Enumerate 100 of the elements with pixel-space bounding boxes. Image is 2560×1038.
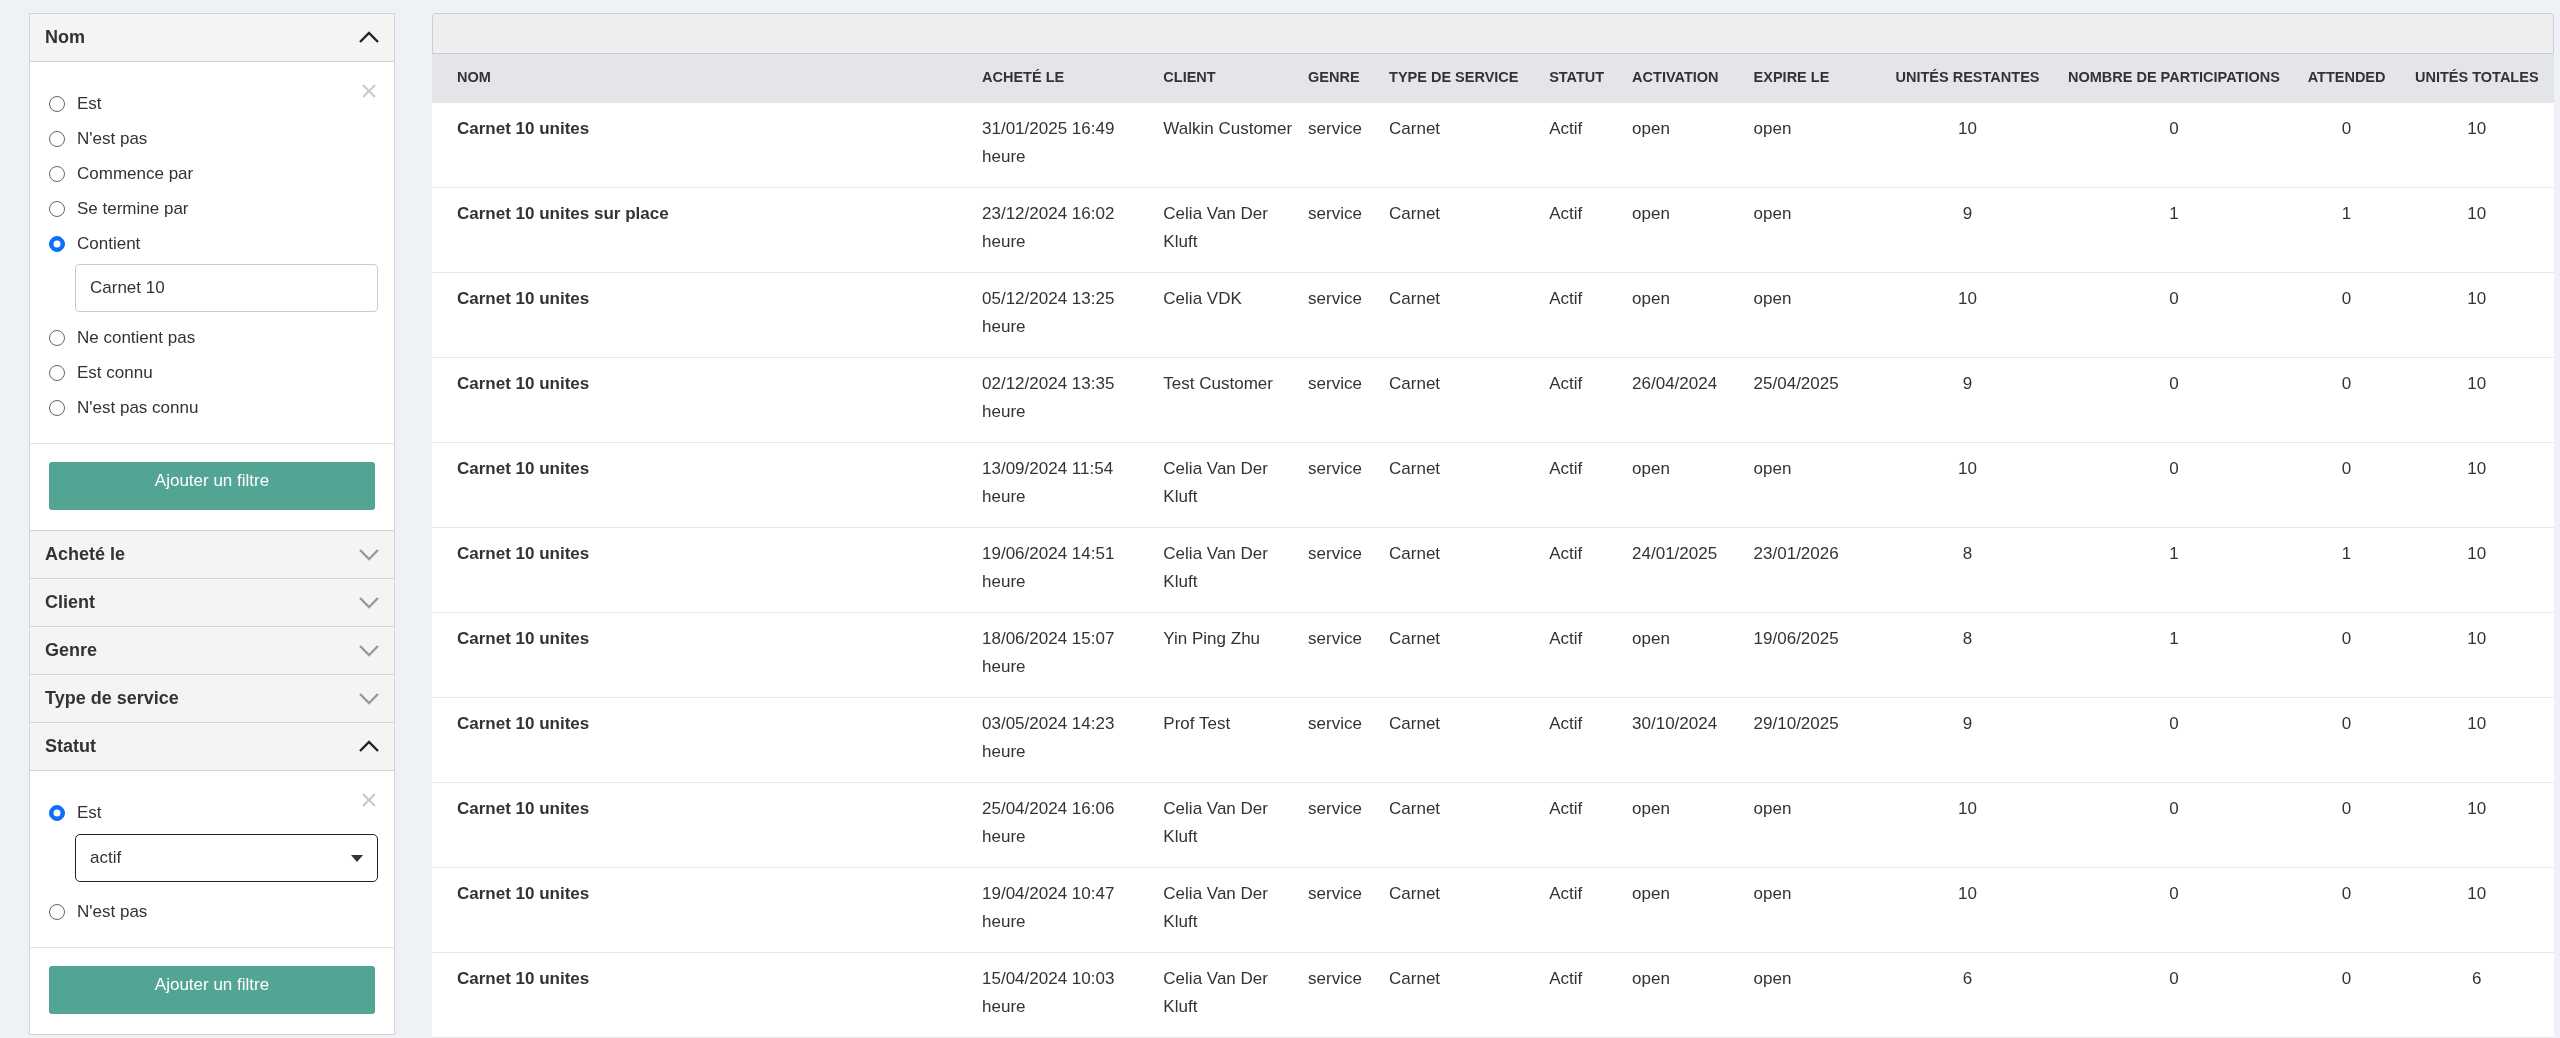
table-cell: 18/06/2024 15:07 heure — [976, 612, 1158, 698]
table-cell: Carnet — [1383, 272, 1544, 358]
table-cell: 10 — [1880, 272, 2055, 358]
table-cell: Carnet — [1383, 442, 1544, 528]
column-header[interactable]: NOM — [432, 53, 976, 103]
table-cell: 10 — [2399, 782, 2554, 868]
radio-button[interactable] — [49, 399, 65, 416]
filter-header[interactable]: Statut — [30, 723, 394, 771]
radio-button[interactable] — [49, 364, 65, 381]
table-cell: 0 — [2293, 272, 2400, 358]
table-cell: Carnet — [1383, 867, 1544, 953]
column-header[interactable]: NOMBRE DE PARTICIPATIONS — [2054, 53, 2294, 103]
option-label: Est — [77, 92, 102, 115]
table-cell: 0 — [2054, 357, 2294, 443]
table-cell: 05/12/2024 13:25 heure — [976, 272, 1158, 358]
table-cell: 25/04/2024 16:06 heure — [976, 782, 1158, 868]
table-cell: Actif — [1543, 867, 1627, 953]
radio-button[interactable] — [49, 130, 65, 147]
option-label: Se termine par — [77, 197, 189, 220]
filter-header[interactable]: Type de service — [30, 675, 394, 723]
table-cell: Actif — [1543, 612, 1627, 698]
radio-button[interactable] — [49, 165, 65, 182]
option-label: N'est pas connu — [77, 396, 199, 419]
table-cell: Celia Van Der Kluft — [1157, 782, 1302, 868]
column-header[interactable]: GENRE — [1302, 53, 1384, 103]
column-header[interactable]: ACTIVATION — [1626, 53, 1748, 103]
table-cell: Actif — [1543, 442, 1627, 528]
column-header[interactable]: ACHETÉ LE — [976, 53, 1158, 103]
column-header[interactable]: ATTENDED — [2293, 53, 2400, 103]
table-cell: 10 — [1880, 102, 2055, 188]
filter-header[interactable]: Client — [30, 579, 394, 627]
table-cell: Carnet 10 unites — [432, 357, 976, 443]
table-cell: 10 — [2399, 697, 2554, 783]
radio-button[interactable] — [49, 903, 65, 920]
table-cell: 10 — [2399, 187, 2554, 273]
column-header[interactable]: UNITÉS TOTALES — [2399, 53, 2554, 103]
radio-button[interactable] — [49, 200, 65, 217]
table-cell: 19/04/2024 10:47 heure — [976, 867, 1158, 953]
table-cell: service — [1302, 187, 1384, 273]
column-header[interactable]: STATUT — [1543, 53, 1627, 103]
filter-header[interactable]: Acheté le — [30, 531, 394, 579]
table-cell: Carnet — [1383, 782, 1544, 868]
table-cell: 02/12/2024 13:35 heure — [976, 357, 1158, 443]
table-cell: 10 — [2399, 527, 2554, 613]
table-cell: Celia Van Der Kluft — [1157, 442, 1302, 528]
table-cell: Carnet — [1383, 357, 1544, 443]
chevron-down-icon — [358, 596, 380, 609]
option-label: Est connu — [77, 361, 153, 384]
option-label: N'est pas — [77, 127, 148, 150]
column-header[interactable]: UNITÉS RESTANTES — [1880, 53, 2055, 103]
table-cell: open — [1747, 102, 1881, 188]
filter-header[interactable]: Genre — [30, 627, 394, 675]
filter-header[interactable]: Nom — [30, 14, 394, 62]
filter-title: Statut — [45, 735, 96, 758]
table-cell: 13/09/2024 11:54 heure — [976, 442, 1158, 528]
table-cell: open — [1626, 952, 1748, 1038]
table-cell: 6 — [1880, 952, 2055, 1038]
table-cell: 0 — [2293, 442, 2400, 528]
table-cell: Celia Van Der Kluft — [1157, 952, 1302, 1038]
table-cell: Actif — [1543, 357, 1627, 443]
chevron-down-icon — [358, 644, 380, 657]
table-cell: 10 — [1880, 442, 2055, 528]
table-cell: 10 — [1880, 867, 2055, 953]
table-cell: open — [1747, 187, 1881, 273]
option-label: Est — [77, 801, 102, 824]
filter-title: Type de service — [45, 687, 179, 710]
table-cell: Actif — [1543, 102, 1627, 188]
dropdown[interactable]: actif — [75, 834, 378, 882]
table-cell: Celia VDK — [1157, 272, 1302, 358]
column-header[interactable]: TYPE DE SERVICE — [1383, 53, 1544, 103]
chevron-up-icon — [358, 31, 380, 44]
table-cell: 31/01/2025 16:49 heure — [976, 102, 1158, 188]
text-field[interactable]: Carnet 10 — [75, 264, 378, 312]
table-cell: Carnet — [1383, 527, 1544, 613]
radio-button[interactable] — [49, 235, 65, 252]
column-header[interactable]: EXPIRE LE — [1747, 53, 1881, 103]
table-cell: 23/12/2024 16:02 heure — [976, 187, 1158, 273]
table-cell: 10 — [2399, 357, 2554, 443]
table-cell: open — [1747, 272, 1881, 358]
option-label: Commence par — [77, 162, 194, 185]
table-cell: 0 — [2054, 867, 2294, 953]
radio-button[interactable] — [49, 804, 65, 821]
table-cell: 9 — [1880, 357, 2055, 443]
table-cell: open — [1626, 272, 1748, 358]
table-cell: Celia Van Der Kluft — [1157, 187, 1302, 273]
filter-title: Genre — [45, 639, 98, 662]
radio-button[interactable] — [49, 329, 65, 346]
table-cell: service — [1302, 952, 1384, 1038]
table-cell: 1 — [2293, 187, 2400, 273]
radio-button[interactable] — [49, 95, 65, 112]
table-cell: Yin Ping Zhu — [1157, 612, 1302, 698]
table-cell: Carnet 10 unites — [432, 697, 976, 783]
table-cell: Walkin Customer — [1157, 102, 1302, 188]
table-cell: 0 — [2293, 782, 2400, 868]
table-cell: service — [1302, 357, 1384, 443]
table-cell: open — [1626, 867, 1748, 953]
table-cell: 19/06/2025 — [1747, 612, 1881, 698]
table-cell: 0 — [2054, 272, 2294, 358]
table-cell: open — [1626, 782, 1748, 868]
column-header[interactable]: CLIENT — [1157, 53, 1302, 103]
